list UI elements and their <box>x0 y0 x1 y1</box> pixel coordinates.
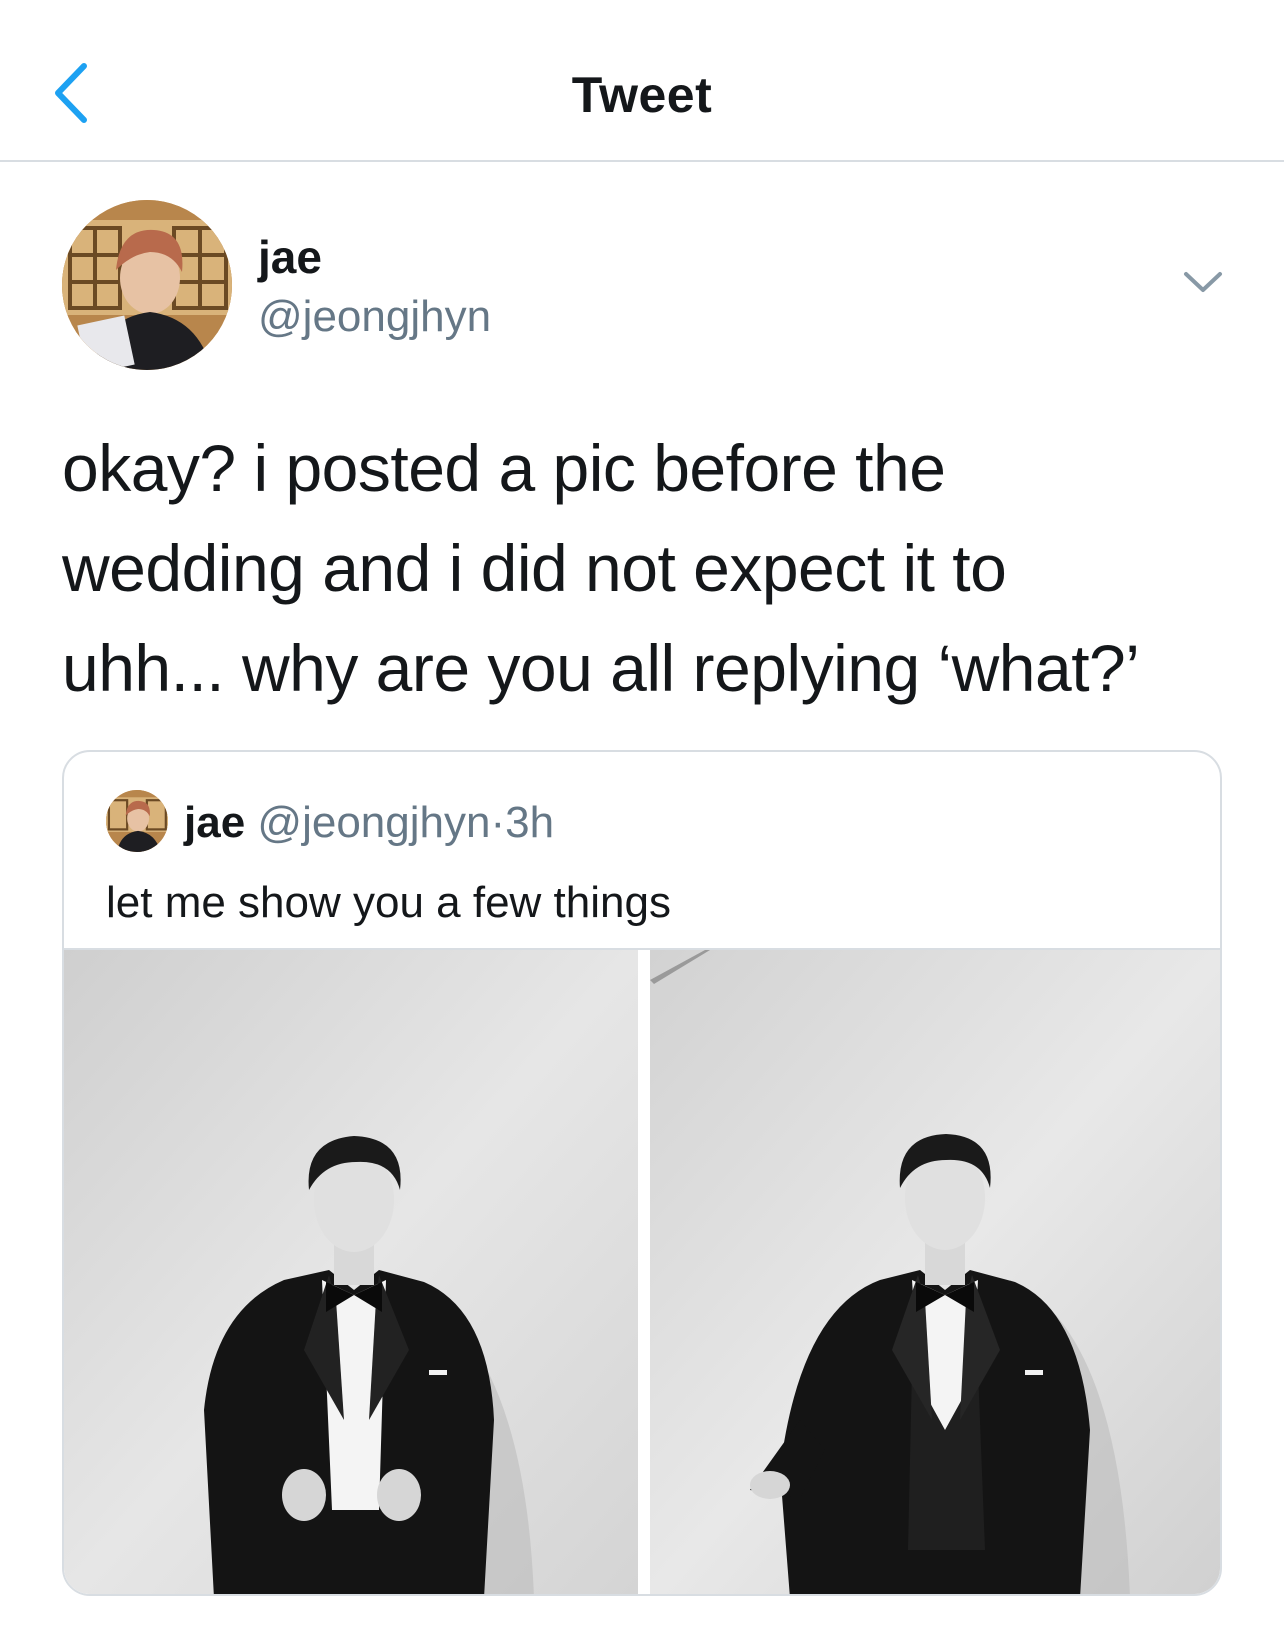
quote-author-handle: @jeongjhyn <box>257 798 491 847</box>
avatar[interactable] <box>62 200 232 370</box>
quote-text: let me show you a few things <box>106 878 671 927</box>
chevron-down-icon <box>1184 272 1222 292</box>
quote-header: jae @jeongjhyn·3h <box>184 798 554 848</box>
page-title: Tweet <box>571 67 713 123</box>
media-photo-1[interactable] <box>64 950 638 1594</box>
media-grid <box>64 948 1220 1594</box>
navigation-bar: Tweet <box>0 0 1284 162</box>
quote-separator: · <box>490 798 506 847</box>
quoted-tweet[interactable]: jae @jeongjhyn·3h let me show you a few … <box>62 750 1222 1596</box>
quote-timestamp: 3h <box>505 798 555 847</box>
media-photo-2[interactable] <box>650 950 1220 1594</box>
tweet-text: okay? i posted a pic before the wedding … <box>62 431 1140 705</box>
quote-avatar <box>106 790 168 852</box>
quote-author-name: jae <box>184 798 246 847</box>
author-handle[interactable]: @jeongjhyn <box>258 292 491 342</box>
author-name[interactable]: jae <box>258 230 322 284</box>
tweet-menu-button[interactable] <box>1178 262 1228 302</box>
